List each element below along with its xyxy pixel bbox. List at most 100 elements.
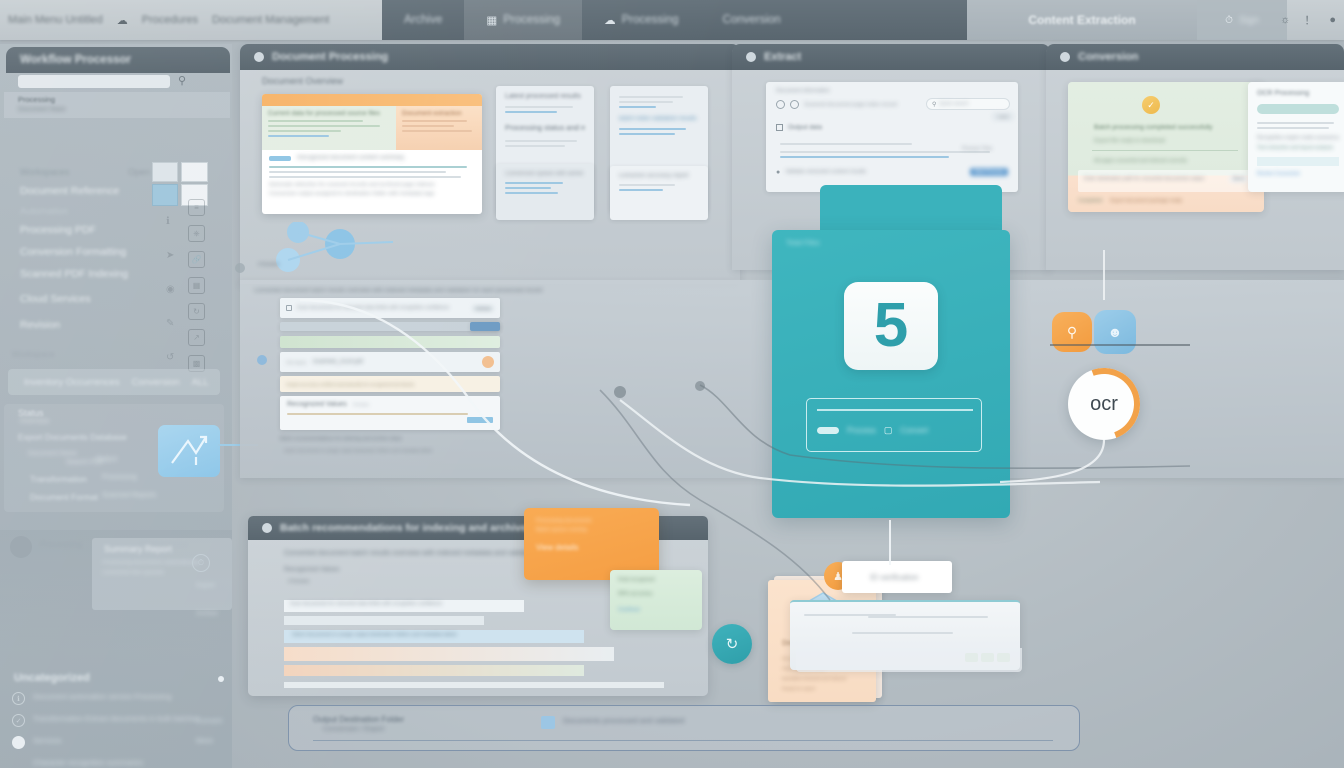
archive-icon[interactable]: ▦ (188, 277, 205, 294)
toolbar-row: Scanned document page index record (776, 100, 897, 109)
avatar[interactable] (10, 536, 32, 558)
stack-table[interactable]: Recognized Values Preview (280, 396, 500, 430)
mid-subcard-right-lower[interactable]: Extraction accuracy report (610, 166, 708, 220)
sidebar-tab-all[interactable]: ALL (192, 377, 209, 388)
status-strip: Completed Export document package ready (1068, 190, 1264, 212)
mid-subcard-lower[interactable]: Conversion queue with active documents (496, 164, 594, 220)
refresh-icon[interactable]: ↺ (166, 352, 175, 363)
list-item[interactable]: Services (12, 736, 222, 749)
total-files-card[interactable]: Total Files 5 Process ▢ Convert (772, 230, 1010, 518)
green-card-link[interactable]: Continue (618, 607, 694, 613)
user-icon[interactable]: ● (1329, 14, 1336, 26)
clock-icon[interactable]: ⏱ (192, 554, 210, 572)
status-panel-value3: Scanned Reports (102, 492, 157, 499)
bottom-row-1-label: Scan documents for extracted data fields… (290, 601, 443, 607)
history-icon[interactable]: ↻ (188, 303, 205, 320)
id-verification-tooltip[interactable]: ID verification (842, 561, 952, 593)
conversion-result-card[interactable]: ✓ Batch processing completed successfull… (1068, 82, 1264, 212)
apply-button[interactable]: Apply (992, 112, 1014, 121)
sidebar-bottom-link-convert[interactable]: Convert (196, 716, 222, 725)
send-icon[interactable]: ➤ (166, 250, 175, 261)
list-item[interactable]: Character recognition summaries (12, 758, 222, 768)
window-dot-icon (262, 523, 272, 533)
tab-conversion-label: Conversion (722, 14, 781, 26)
sidebar-item-processing-pdf[interactable]: Processing PDF (20, 222, 180, 238)
spacer-icon (12, 758, 25, 768)
help-icon[interactable]: ！ (1304, 12, 1315, 28)
sidebar-item-conversion-formatting[interactable]: Conversion Formatting (20, 244, 180, 260)
sync-icon[interactable]: ↻ (712, 624, 752, 664)
menu-item-document-management[interactable]: Document Management (212, 14, 329, 26)
start-process-button[interactable]: Start Process (969, 168, 1008, 176)
output-destination-bar[interactable]: Output Destination Folder Conversion / E… (288, 705, 1080, 751)
band-document-stack: Scan documents for extracted data fields… (258, 290, 638, 458)
list-item[interactable]: ℹ Document automation service Processing (12, 692, 222, 705)
sidebar-item-revision[interactable]: Revision (20, 317, 180, 333)
tab-conversion[interactable]: Conversion (701, 0, 803, 40)
analytics-chart-icon[interactable] (158, 425, 220, 477)
green-card-line-2: 99% accuracy (618, 591, 653, 597)
top-bar-sign-group[interactable]: ⏱ Sign (1197, 0, 1287, 40)
search-icon[interactable]: ⚲ (178, 74, 186, 87)
face-scan-icon[interactable]: ☻ (1094, 310, 1136, 354)
sidebar-item-scanned-pdf-indexing[interactable]: Scanned PDF Indexing (20, 266, 180, 282)
edit-icon[interactable]: ✎ (166, 318, 175, 329)
field-value[interactable]: Scanned_2024.pdf (313, 359, 363, 365)
stack-row-checkbox[interactable]: Scan documents for extracted data fields… (280, 298, 500, 318)
shield-icon: ● (776, 168, 781, 176)
status-panel-dropdown[interactable]: Output (96, 456, 117, 463)
sidebar-bottom-link-more[interactable]: More (196, 736, 213, 745)
field-recognized-card[interactable]: Field recognized 99% accuracy Continue (610, 570, 702, 630)
sidebar-item-cloud-services[interactable]: Cloud Services (20, 291, 180, 307)
teal-input-bar[interactable]: Process ▢ Convert (806, 398, 982, 452)
cloud-upload-icon: ☁ (604, 15, 616, 27)
side-link[interactable]: Review Conversion (1257, 171, 1339, 177)
list-item[interactable]: ✓ Transformation Extract documents in bu… (12, 714, 222, 727)
power-icon[interactable]: ⎈ (188, 225, 205, 242)
ocr-side-card[interactable]: OCR Processing Recognition engine reads … (1248, 82, 1344, 192)
menu-item-procedures[interactable]: Procedures (142, 14, 198, 26)
teal-input-action[interactable]: Convert (900, 426, 928, 435)
bottom-row-2 (284, 616, 484, 625)
subcard-section: Processing status and metadata (505, 123, 585, 132)
search-input[interactable] (18, 75, 170, 88)
summary-toast-card[interactable]: Summary Report Processing documents auto… (92, 538, 232, 610)
orange-card-link[interactable]: View details (536, 543, 647, 552)
link-icon[interactable]: 🔗 (188, 251, 205, 268)
export-icon[interactable]: ↗ (188, 329, 205, 346)
toast-side-export[interactable]: Export (196, 582, 215, 589)
status-panel-subtitle: Overview (20, 418, 50, 425)
stack-field-row[interactable]: File Name Scanned_2024.pdf (280, 352, 500, 372)
save-button[interactable]: Save (1228, 175, 1248, 183)
sidebar-item-document-reference[interactable]: Document Reference (20, 183, 180, 199)
green-card-line-1: Field recognized (618, 577, 655, 583)
tab-processing-primary[interactable]: ▦ Processing (464, 0, 583, 40)
tab-processing-secondary[interactable]: ☁ Processing (582, 0, 700, 40)
sidebar-item-workspace[interactable]: Workspace (12, 346, 172, 362)
stack-bar-blue (470, 322, 500, 331)
subcard-right-link[interactable]: Batch index validation results (619, 116, 699, 122)
orange-card-line-1: Processing documents (536, 518, 592, 524)
field-label: File Name (286, 359, 307, 365)
sidebar-tab-conversion[interactable]: Conversion (132, 377, 180, 388)
panel-header: Extract (732, 44, 1050, 70)
document-overview-card[interactable]: Current data for processed source files … (262, 94, 482, 214)
search-input[interactable]: ⚲ Quick search (926, 98, 1010, 110)
checkbox-icon[interactable] (286, 305, 292, 311)
sidebar-tab-inventory[interactable]: Inventory Occurrences (24, 377, 120, 388)
file-count-badge: 5 (844, 282, 938, 370)
extract-content-card[interactable]: Document information Scanned document pa… (766, 82, 1018, 192)
search-icon[interactable]: ⚲ (1052, 312, 1092, 352)
bell-icon[interactable]: ☼ (1280, 14, 1290, 26)
tab-archive[interactable]: Archive (382, 0, 464, 40)
eye-icon[interactable]: ◉ (166, 284, 175, 295)
cloud-icon: ☁ (116, 14, 128, 27)
validate-button[interactable]: Validate (472, 304, 494, 312)
path-input-row[interactable]: Enter destination path for converted doc… (1078, 170, 1254, 192)
info-icon[interactable]: ℹ (166, 216, 175, 227)
checkbox-icon[interactable] (776, 124, 783, 131)
list-icon[interactable]: ≡ (188, 199, 205, 216)
sidebar-item-automation[interactable]: Automation (20, 203, 180, 219)
toast-side-archive[interactable]: Archive (196, 610, 218, 617)
table-sub: Preview (352, 402, 369, 407)
